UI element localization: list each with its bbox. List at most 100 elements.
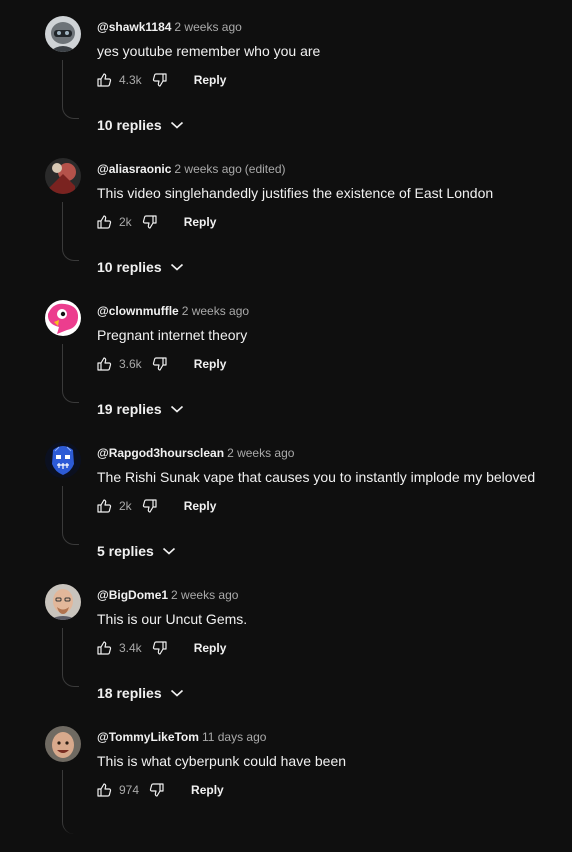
comment-author[interactable]: @BigDome1	[97, 588, 168, 602]
comment-thread: @shawk1184 2 weeks ago yes youtube rememb…	[0, 0, 572, 142]
like-count: 4.3k	[119, 73, 142, 87]
reply-button[interactable]: Reply	[194, 73, 227, 87]
reply-button[interactable]: Reply	[184, 499, 217, 513]
chevron-down-icon	[162, 543, 176, 559]
like-button[interactable]	[96, 498, 112, 514]
comment-header: @BigDome1 2 weeks ago	[97, 587, 241, 603]
replies-count: 5 replies	[97, 543, 154, 559]
like-button[interactable]	[96, 356, 112, 372]
comment-thread: @clownmuffle 2 weeks ago Pregnant interne…	[0, 284, 572, 426]
comment-text: The Rishi Sunak vape that causes you to …	[97, 469, 536, 485]
like-count: 974	[119, 783, 140, 797]
reply-button[interactable]: Reply	[184, 215, 217, 229]
thumbs-down-icon	[152, 641, 167, 655]
comment-text: This is what cyberpunk could have been	[97, 753, 347, 769]
like-count: 2k	[119, 215, 132, 229]
reply-button[interactable]: Reply	[194, 357, 227, 371]
comment-text: This video singlehandedly justifies the …	[97, 185, 494, 201]
thumbs-up-icon	[97, 215, 112, 229]
comment-author[interactable]: @Rapgod3hoursclean	[97, 446, 224, 460]
chevron-down-icon	[170, 117, 184, 133]
view-replies-button[interactable]: 5 replies	[97, 541, 176, 561]
reply-button[interactable]: Reply	[194, 641, 227, 655]
thumbs-up-icon	[97, 641, 112, 655]
replies-count: 10 replies	[97, 259, 162, 275]
thumbs-up-icon	[97, 73, 112, 87]
thread-line	[62, 60, 79, 119]
comment-actions: 3.6k Reply	[96, 354, 226, 374]
thumbs-down-icon	[142, 215, 157, 229]
comment-thread: @aliasraonic 2 weeks ago (edited) This vid…	[0, 142, 572, 284]
avatar[interactable]	[45, 726, 81, 762]
replies-count: 19 replies	[97, 401, 162, 417]
comment-time[interactable]: 2 weeks ago	[174, 162, 241, 176]
dislike-button[interactable]	[142, 214, 158, 230]
dislike-button[interactable]	[142, 498, 158, 514]
thumbs-up-icon	[97, 357, 112, 371]
comment-text: Pregnant internet theory	[97, 327, 248, 343]
comment-actions: 4.3k Reply	[96, 70, 226, 90]
thumbs-down-icon	[152, 357, 167, 371]
view-replies-button[interactable]: 10 replies	[97, 115, 184, 135]
like-button[interactable]	[96, 782, 112, 798]
avatar[interactable]	[45, 16, 81, 52]
view-replies-button[interactable]: 19 replies	[97, 399, 184, 419]
comment-header: @Rapgod3hoursclean 2 weeks ago	[97, 445, 297, 461]
thumbs-down-icon	[149, 783, 164, 797]
like-count: 3.6k	[119, 357, 142, 371]
thread-line	[62, 344, 79, 403]
comment-time[interactable]: 2 weeks ago	[182, 304, 249, 318]
comment-actions: 974 Reply	[96, 780, 224, 800]
thumbs-up-icon	[97, 783, 112, 797]
comment-text: yes youtube remember who you are	[97, 43, 321, 59]
comment-text: This is our Uncut Gems.	[97, 611, 248, 627]
comment-author[interactable]: @shawk1184	[97, 20, 171, 34]
comment-thread: @Rapgod3hoursclean 2 weeks ago The Rishi …	[0, 426, 572, 568]
comment-author[interactable]: @aliasraonic	[97, 162, 171, 176]
comment-time[interactable]: 2 weeks ago	[227, 446, 294, 460]
like-button[interactable]	[96, 72, 112, 88]
comment-edited: (edited)	[244, 162, 286, 176]
thumbs-down-icon	[152, 73, 167, 87]
dislike-button[interactable]	[149, 782, 165, 798]
view-replies-button[interactable]: 10 replies	[97, 257, 184, 277]
like-count: 2k	[119, 499, 132, 513]
view-replies-button[interactable]: 18 replies	[97, 683, 184, 703]
chevron-down-icon	[170, 259, 184, 275]
avatar[interactable]	[45, 584, 81, 620]
comment-header: @clownmuffle 2 weeks ago	[97, 303, 252, 319]
comment-time[interactable]: 2 weeks ago	[171, 588, 238, 602]
comment-time[interactable]: 2 weeks ago	[174, 20, 241, 34]
comment-header: @TommyLikeTom 11 days ago	[97, 729, 269, 745]
blue-skull-avatar-icon	[45, 442, 81, 478]
comment-actions: 2k Reply	[96, 212, 216, 232]
reply-button[interactable]: Reply	[191, 783, 224, 797]
dislike-button[interactable]	[152, 356, 168, 372]
face-photo-avatar-icon	[45, 726, 81, 762]
comment-author[interactable]: @TommyLikeTom	[97, 730, 199, 744]
comment-thread: @TommyLikeTom 11 days ago This is what cy…	[0, 710, 572, 852]
avatar[interactable]	[45, 158, 81, 194]
replies-count: 18 replies	[97, 685, 162, 701]
like-button[interactable]	[96, 640, 112, 656]
chevron-down-icon	[170, 685, 184, 701]
comment-author[interactable]: @clownmuffle	[97, 304, 179, 318]
thread-line	[62, 202, 79, 261]
like-button[interactable]	[96, 214, 112, 230]
comment-header: @aliasraonic 2 weeks ago (edited)	[97, 161, 285, 177]
dislike-button[interactable]	[152, 72, 168, 88]
comment-actions: 3.4k Reply	[96, 638, 226, 658]
avatar[interactable]	[45, 300, 81, 336]
comment-header: @shawk1184 2 weeks ago	[97, 19, 245, 35]
helmet-avatar-icon	[45, 16, 81, 52]
comment-time[interactable]: 11 days ago	[202, 730, 267, 744]
like-count: 3.4k	[119, 641, 142, 655]
face-photo-avatar-icon	[45, 584, 81, 620]
comment-actions: 2k Reply	[96, 496, 216, 516]
avatar[interactable]	[45, 442, 81, 478]
photo-avatar-icon	[45, 158, 81, 194]
thread-line	[62, 628, 79, 687]
thread-line	[62, 486, 79, 545]
dislike-button[interactable]	[152, 640, 168, 656]
comment-thread: @BigDome1 2 weeks ago This is our Uncut G…	[0, 568, 572, 710]
